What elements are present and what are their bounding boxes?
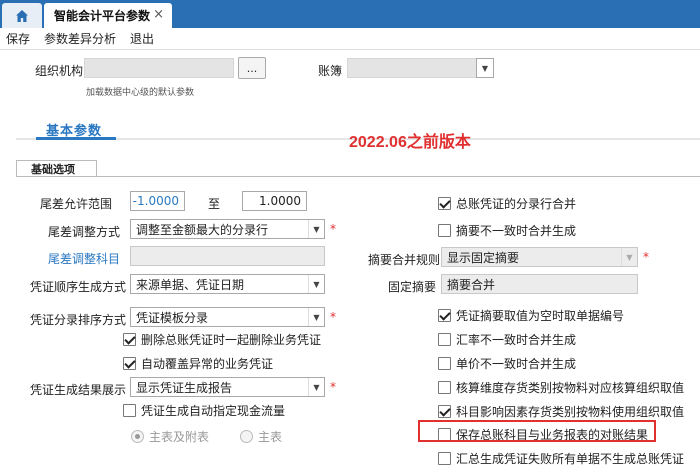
checkbox-label: 凭证生成自动指定现金流量 (141, 404, 286, 418)
checkbox-label: 单价不一致时合并生成 (456, 357, 577, 371)
radio-label: 主表及附表 (149, 430, 210, 444)
tolerance-to-label: 至 (208, 197, 221, 211)
checkbox-box (438, 197, 451, 210)
group-divider (16, 176, 700, 177)
summary-merge-rule-select: 显示固定摘要 ▼ (441, 247, 638, 267)
ledger-label: 账簿 (318, 64, 343, 78)
price-diff-merge-checkbox[interactable]: 单价不一致时合并生成 (438, 355, 576, 372)
checkbox-label: 汇总生成凭证失败所有单据不生成总账凭证 (456, 452, 685, 466)
checkbox-box (438, 357, 451, 370)
radio-main-attached[interactable]: 主表及附表 (131, 428, 209, 445)
required-mark: * (643, 250, 649, 264)
radio-label: 主表 (258, 430, 283, 444)
checkbox-label: 摘要不一致时合并生成 (456, 224, 577, 238)
checkbox-box (123, 404, 136, 417)
group-title: 基础选项 (31, 162, 75, 176)
summary-failed-checkbox[interactable]: 汇总生成凭证失败所有单据不生成总账凭证 (438, 450, 684, 467)
home-icon (16, 9, 28, 22)
checkbox-box (438, 381, 451, 394)
ledger-field[interactable] (347, 58, 477, 78)
org-hint: 加载数据中心级的默认参数 (86, 88, 195, 98)
entry-sort-value: 凭证模板分录 (136, 310, 209, 325)
tolerance-label: 尾差允许范围 (40, 197, 113, 211)
adjust-mode-label: 尾差调整方式 (48, 225, 121, 239)
tolerance-from-input[interactable]: -1.0000 (130, 191, 185, 211)
cashflow-specify-checkbox[interactable]: 凭证生成自动指定现金流量 (123, 402, 285, 419)
adjust-account-field (130, 246, 325, 266)
checkbox-box (438, 224, 451, 237)
entry-sort-label: 凭证分录排序方式 (30, 313, 127, 327)
chevron-down-icon: ▼ (621, 248, 637, 266)
result-display-select[interactable]: 显示凭证生成报告 ▼ (130, 377, 325, 397)
auto-overwrite-checkbox[interactable]: 自动覆盖异常的业务凭证 (123, 355, 273, 372)
voucher-seq-value: 来源单据、凭证日期 (136, 277, 245, 292)
highlight-annotation (418, 420, 656, 442)
home-tab[interactable] (2, 3, 42, 28)
group-basic-options: 基础选项 (16, 160, 97, 177)
summary-merge-rule-label: 摘要合并规则 (368, 253, 441, 267)
gl-merge-checkbox[interactable]: 总账凭证的分录行合并 (438, 195, 576, 212)
checkbox-box (123, 333, 136, 346)
checkbox-label: 总账凭证的分录行合并 (456, 197, 577, 211)
radio-dot (131, 430, 144, 443)
adjust-account-label[interactable]: 尾差调整科目 (48, 250, 120, 267)
chevron-down-icon: ▼ (308, 220, 324, 238)
tolerance-to-input[interactable]: 1.0000 (242, 191, 307, 211)
tab-platform-params[interactable]: 智能会计平台参数 × (44, 3, 172, 28)
checkbox-box (123, 357, 136, 370)
adjust-mode-value: 调整至金额最大的分录行 (136, 222, 269, 237)
required-mark: * (330, 380, 336, 394)
tab-label: 智能会计平台参数 (54, 9, 151, 23)
checkbox-label: 科目影响因素存货类别按物料使用组织取值 (456, 405, 685, 419)
entry-sort-select[interactable]: 凭证模板分录 ▼ (130, 307, 325, 327)
checkbox-box (438, 309, 451, 322)
voucher-seq-select[interactable]: 来源单据、凭证日期 ▼ (130, 274, 325, 294)
param-diff-button[interactable]: 参数差异分析 (44, 30, 116, 47)
rate-diff-merge-checkbox[interactable]: 汇率不一致时合并生成 (438, 331, 576, 348)
fixed-summary-field: 摘要合并 (441, 274, 638, 294)
checkbox-label: 删除总账凭证时一起删除业务凭证 (141, 333, 322, 347)
exit-button[interactable]: 退出 (130, 30, 154, 47)
checkbox-box (438, 405, 451, 418)
checkbox-label: 自动覆盖异常的业务凭证 (141, 357, 274, 371)
delete-business-voucher-checkbox[interactable]: 删除总账凭证时一起删除业务凭证 (123, 331, 321, 348)
org-field[interactable] (84, 58, 234, 78)
chevron-down-icon: ▼ (477, 59, 493, 77)
chevron-down-icon: ▼ (308, 308, 324, 326)
result-display-label: 凭证生成结果展示 (30, 383, 127, 397)
ledger-dropdown[interactable]: ▼ (476, 58, 494, 78)
fixed-summary-label: 固定摘要 (388, 280, 437, 294)
chevron-down-icon: ▼ (308, 275, 324, 293)
result-display-value: 显示凭证生成报告 (136, 380, 233, 395)
summary-merge-rule-value: 显示固定摘要 (447, 250, 520, 265)
checkbox-label: 凭证摘要取值为空时取单据编号 (456, 309, 625, 323)
adjust-mode-select[interactable]: 调整至金额最大的分录行 ▼ (130, 219, 325, 239)
dimension-stock-org-checkbox[interactable]: 核算维度存货类别按物料对应核算组织取值 (438, 379, 684, 396)
close-icon[interactable]: × (153, 7, 164, 22)
checkbox-label: 核算维度存货类别按物料对应核算组织取值 (456, 381, 685, 395)
version-annotation: 2022.06之前版本 (349, 134, 471, 151)
account-stock-org-checkbox[interactable]: 科目影响因素存货类别按物料使用组织取值 (438, 403, 684, 420)
voucher-seq-label: 凭证顺序生成方式 (30, 280, 127, 294)
org-label: 组织机构 (35, 64, 84, 78)
checkbox-box (438, 452, 451, 465)
checkbox-label: 汇率不一致时合并生成 (456, 333, 577, 347)
chevron-down-icon: ▼ (308, 378, 324, 396)
required-mark: * (330, 222, 336, 236)
checkbox-box (438, 333, 451, 346)
tab-bar: 智能会计平台参数 × (0, 0, 700, 28)
summary-diff-merge-checkbox[interactable]: 摘要不一致时合并生成 (438, 222, 576, 239)
required-mark: * (330, 310, 336, 324)
radio-main[interactable]: 主表 (240, 428, 282, 445)
menu-bar: 保存 参数差异分析 退出 (0, 28, 700, 50)
active-tab-underline (36, 137, 116, 140)
org-browse-button[interactable]: ... (238, 57, 266, 79)
summary-empty-doc-checkbox[interactable]: 凭证摘要取值为空时取单据编号 (438, 307, 624, 324)
radio-dot (240, 430, 253, 443)
save-button[interactable]: 保存 (6, 30, 30, 47)
